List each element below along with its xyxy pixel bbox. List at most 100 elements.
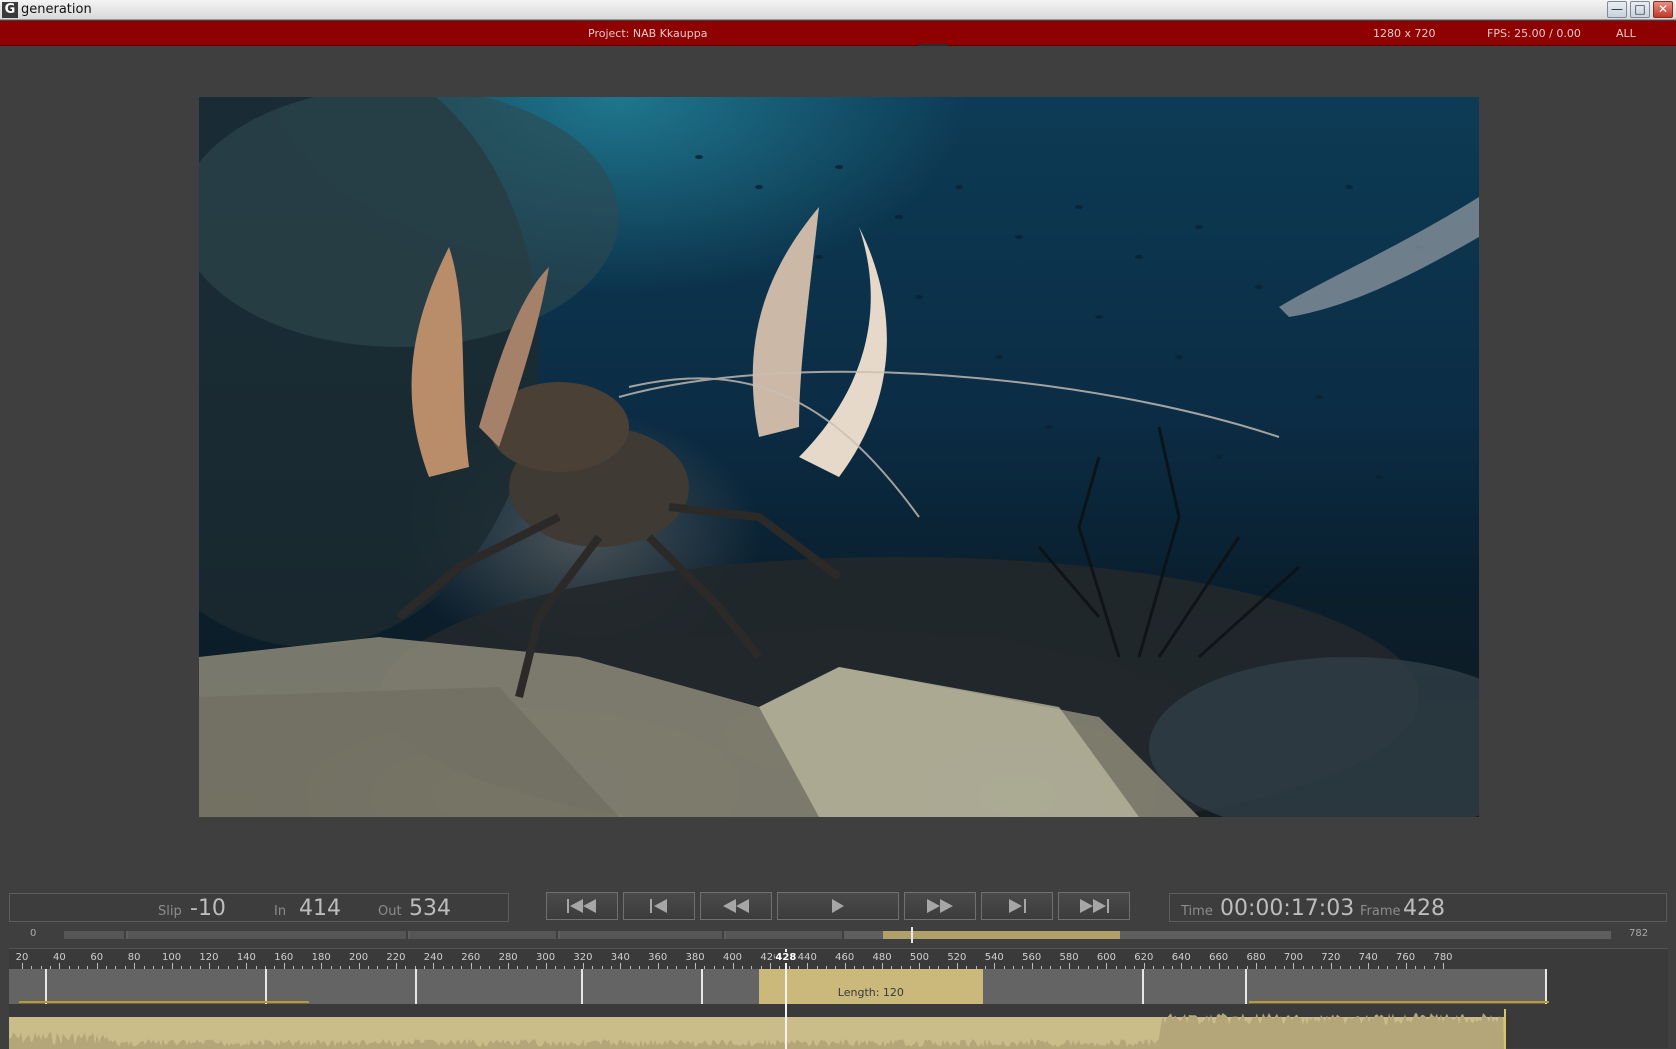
ruler-label: 700	[1283, 952, 1303, 963]
timeline-playhead[interactable]	[784, 949, 787, 1049]
minimize-button[interactable]: —	[1607, 1, 1627, 18]
step-forward-icon	[1009, 899, 1026, 913]
video-viewer[interactable]	[199, 97, 1479, 817]
resolution-readout: 1280 x 720	[1373, 27, 1436, 40]
time-value[interactable]: 00:00:17:03	[1220, 896, 1354, 921]
timeline[interactable]: 20 40 60 80 100 120 140 160 180 200 220 240 260 280 30…	[9, 948, 1668, 1049]
maximize-button[interactable]: □	[1630, 1, 1650, 18]
timeline-ruler[interactable]: 20 40 60 80 100 120 140 160 180 200 220 240 260 280 30…	[9, 949, 1668, 969]
step-forward-button[interactable]	[981, 892, 1053, 920]
edit-point[interactable]	[1545, 969, 1547, 1004]
ruler-label: 460	[835, 952, 855, 963]
in-label: In	[274, 904, 287, 919]
ruler-label: 360	[648, 952, 668, 963]
audio-level-line	[19, 1001, 309, 1003]
edit-point[interactable]	[581, 969, 583, 1004]
ruler-label: 40	[53, 952, 66, 963]
out-label: Out	[378, 904, 402, 919]
edit-point[interactable]	[265, 969, 267, 1004]
ruler-label: 540	[984, 952, 1004, 963]
ruler-label: 320	[573, 952, 593, 963]
ruler-label: 500	[909, 952, 930, 963]
ruler-label: 260	[461, 952, 481, 963]
scrubber-segment	[560, 931, 724, 939]
ruler-label: 80	[127, 952, 141, 963]
ruler-label: 580	[1059, 952, 1079, 963]
ruler-label: 100	[162, 952, 182, 963]
edit-point[interactable]	[1142, 969, 1144, 1004]
scrubber-playhead[interactable]	[910, 927, 913, 943]
ruler-label: 720	[1321, 952, 1341, 963]
frame-label: Frame	[1360, 904, 1401, 919]
ruler-label: 120	[199, 952, 219, 963]
out-value[interactable]: 534	[409, 896, 451, 921]
fast-forward-button[interactable]	[904, 892, 976, 920]
ruler-label: 560	[1022, 952, 1042, 963]
fast-forward-icon	[927, 899, 953, 913]
scrubber-end-label: 782	[1629, 928, 1649, 939]
ruler-label: 520	[947, 952, 967, 963]
view-mode-toggle[interactable]: ALL	[1616, 27, 1636, 40]
video-frame-image	[199, 97, 1479, 817]
time-frame-panel: Time 00:00:17:03 Frame 428	[1169, 893, 1667, 922]
clip-length-label: Length: 120	[837, 986, 904, 999]
scrubber-selection	[883, 931, 1121, 939]
ruler-label: 180	[311, 952, 331, 963]
ruler-label: 340	[610, 952, 630, 963]
ruler-label: 300	[535, 952, 556, 963]
project-name: Project: NAB Kkauppa	[588, 27, 708, 40]
rewind-button[interactable]	[700, 892, 772, 920]
playhead-frame-label: 428	[774, 952, 798, 963]
project-status-bar: Project: NAB Kkauppa 1280 x 720 FPS: 25.…	[0, 21, 1676, 46]
edit-point[interactable]	[701, 969, 703, 1004]
waveform-end-marker	[1504, 1009, 1506, 1049]
ruler-label: 160	[274, 952, 294, 963]
scrubber-start-label: 0	[30, 928, 37, 939]
ruler-label: 780	[1433, 952, 1453, 963]
app-icon: G	[2, 2, 18, 18]
ruler-label: 760	[1396, 952, 1416, 963]
status-marker	[918, 44, 948, 46]
go-to-start-button[interactable]	[546, 892, 618, 920]
play-icon	[832, 899, 844, 913]
ruler-label: 60	[90, 952, 104, 963]
scrubber-segment	[726, 931, 844, 939]
audio-waveform	[9, 1009, 1506, 1049]
ruler-label: 400	[722, 952, 743, 963]
in-value[interactable]: 414	[299, 896, 341, 921]
ruler-label: 20	[15, 952, 29, 963]
ruler-label: 240	[423, 952, 443, 963]
fps-readout: FPS: 25.00 / 0.00	[1487, 27, 1581, 40]
edit-point[interactable]	[45, 969, 47, 1004]
edit-point[interactable]	[415, 969, 417, 1004]
in-out-panel: Slip -10 In 414 Out 534	[9, 893, 509, 922]
ruler-label: 280	[498, 952, 518, 963]
go-to-end-button[interactable]	[1058, 892, 1130, 920]
ruler-label: 380	[685, 952, 705, 963]
ruler-label: 440	[797, 952, 817, 963]
play-button[interactable]	[777, 892, 899, 920]
ruler-label: 480	[872, 952, 892, 963]
ruler-label: 640	[1171, 952, 1191, 963]
ruler-label: 600	[1096, 952, 1116, 963]
ruler-label: 220	[386, 952, 406, 963]
step-back-button[interactable]	[623, 892, 695, 920]
skip-start-icon	[567, 899, 596, 913]
slip-value[interactable]: -10	[190, 896, 226, 921]
scrubber-track[interactable]	[64, 927, 1611, 943]
ruler-label: 200	[349, 952, 369, 963]
ruler-label: 680	[1246, 952, 1266, 963]
edit-point[interactable]	[1245, 969, 1247, 1004]
close-button[interactable]: ✕	[1653, 1, 1673, 18]
ruler-label: 620	[1134, 952, 1154, 963]
frame-value[interactable]: 428	[1403, 896, 1445, 921]
ruler-label: 660	[1209, 952, 1229, 963]
scrubber-segment	[64, 931, 126, 939]
overview-scrubber[interactable]: 0 782	[0, 924, 1676, 944]
window-title: generation	[21, 2, 92, 17]
scrubber-segment	[410, 931, 558, 939]
step-back-icon	[650, 899, 667, 913]
selected-clip[interactable]: Length: 120	[758, 969, 984, 1004]
time-label: Time	[1181, 904, 1213, 919]
ruler-label: 140	[236, 952, 256, 963]
